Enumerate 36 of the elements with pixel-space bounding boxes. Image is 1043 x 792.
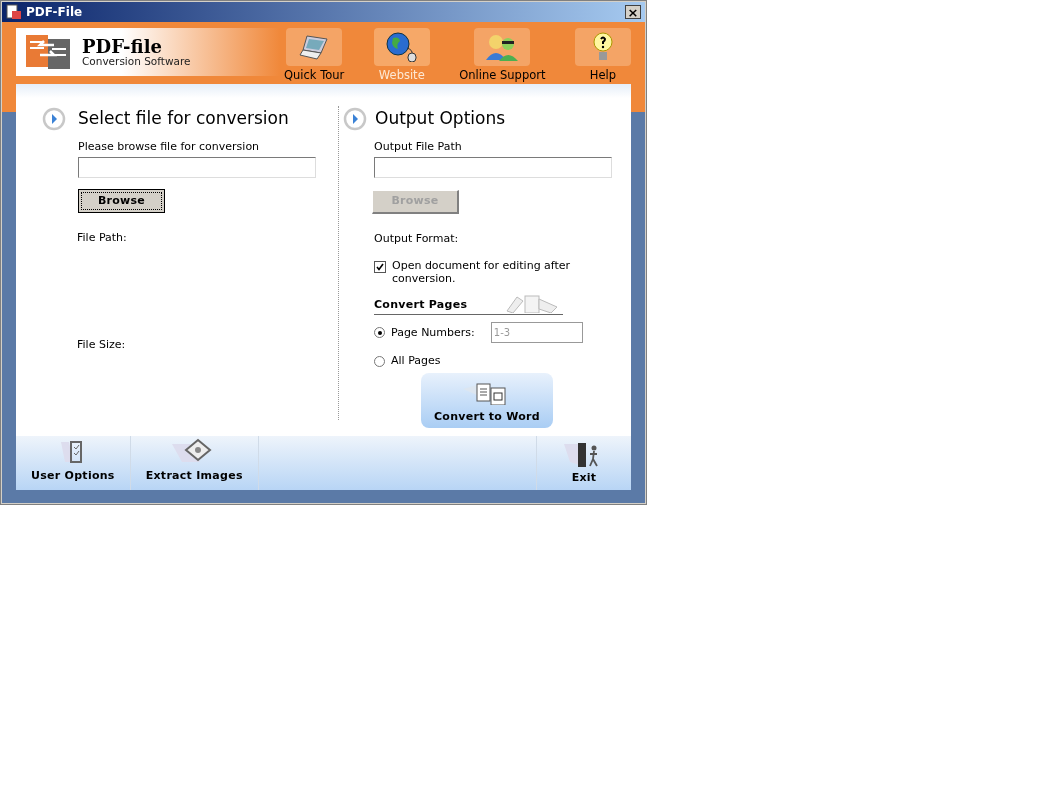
section-title: Output Options bbox=[375, 107, 506, 130]
radio-button[interactable] bbox=[374, 356, 385, 367]
file-size-label: File Size: bbox=[77, 336, 126, 353]
check-icon bbox=[376, 263, 384, 272]
output-path-field[interactable] bbox=[374, 157, 612, 178]
people-icon bbox=[484, 32, 521, 62]
arrow-circle-icon bbox=[343, 106, 367, 131]
radio-label: Page Numbers: bbox=[391, 324, 475, 341]
arrow-circle-icon bbox=[42, 106, 66, 131]
browse-button[interactable]: Browse bbox=[78, 189, 165, 214]
checkbox-label: Open document for editing after conversion. bbox=[392, 259, 572, 286]
toolbar-button[interactable]: User Options bbox=[16, 436, 131, 490]
globe-mouse-icon bbox=[384, 32, 419, 62]
convert-pages-heading: Convert Pages bbox=[374, 296, 468, 313]
laptop-icon bbox=[299, 33, 330, 61]
checkbox[interactable] bbox=[374, 261, 386, 274]
exit-button[interactable]: Exit bbox=[536, 436, 631, 490]
close-button[interactable]: × bbox=[625, 5, 641, 19]
logo-title: PDF-file bbox=[82, 37, 163, 56]
section-title: Select file for conversion bbox=[78, 107, 289, 130]
field-label: Please browse file for conversion bbox=[78, 138, 260, 155]
file-path-label: File Path: bbox=[77, 230, 127, 247]
pdf-document-icon bbox=[6, 4, 22, 20]
convert-to-word-button[interactable]: Convert to Word bbox=[421, 372, 553, 428]
radio-label: All Pages bbox=[391, 353, 441, 370]
nav-button[interactable]: Quick Tour bbox=[284, 28, 345, 85]
toolbar-button[interactable]: Extract Images bbox=[130, 436, 259, 490]
nav-button[interactable]: Online Support bbox=[459, 28, 546, 85]
logo-tagline: Conversion Software bbox=[82, 55, 191, 67]
lightbulb-icon bbox=[591, 31, 614, 63]
output-format-label: Output Format: bbox=[374, 230, 459, 247]
input-file-field[interactable] bbox=[78, 157, 316, 178]
nav-button[interactable]: Help bbox=[574, 28, 631, 85]
field-label: Output File Path bbox=[374, 138, 462, 155]
window-title: PDF-File bbox=[26, 4, 84, 21]
radio-button[interactable] bbox=[374, 327, 385, 339]
